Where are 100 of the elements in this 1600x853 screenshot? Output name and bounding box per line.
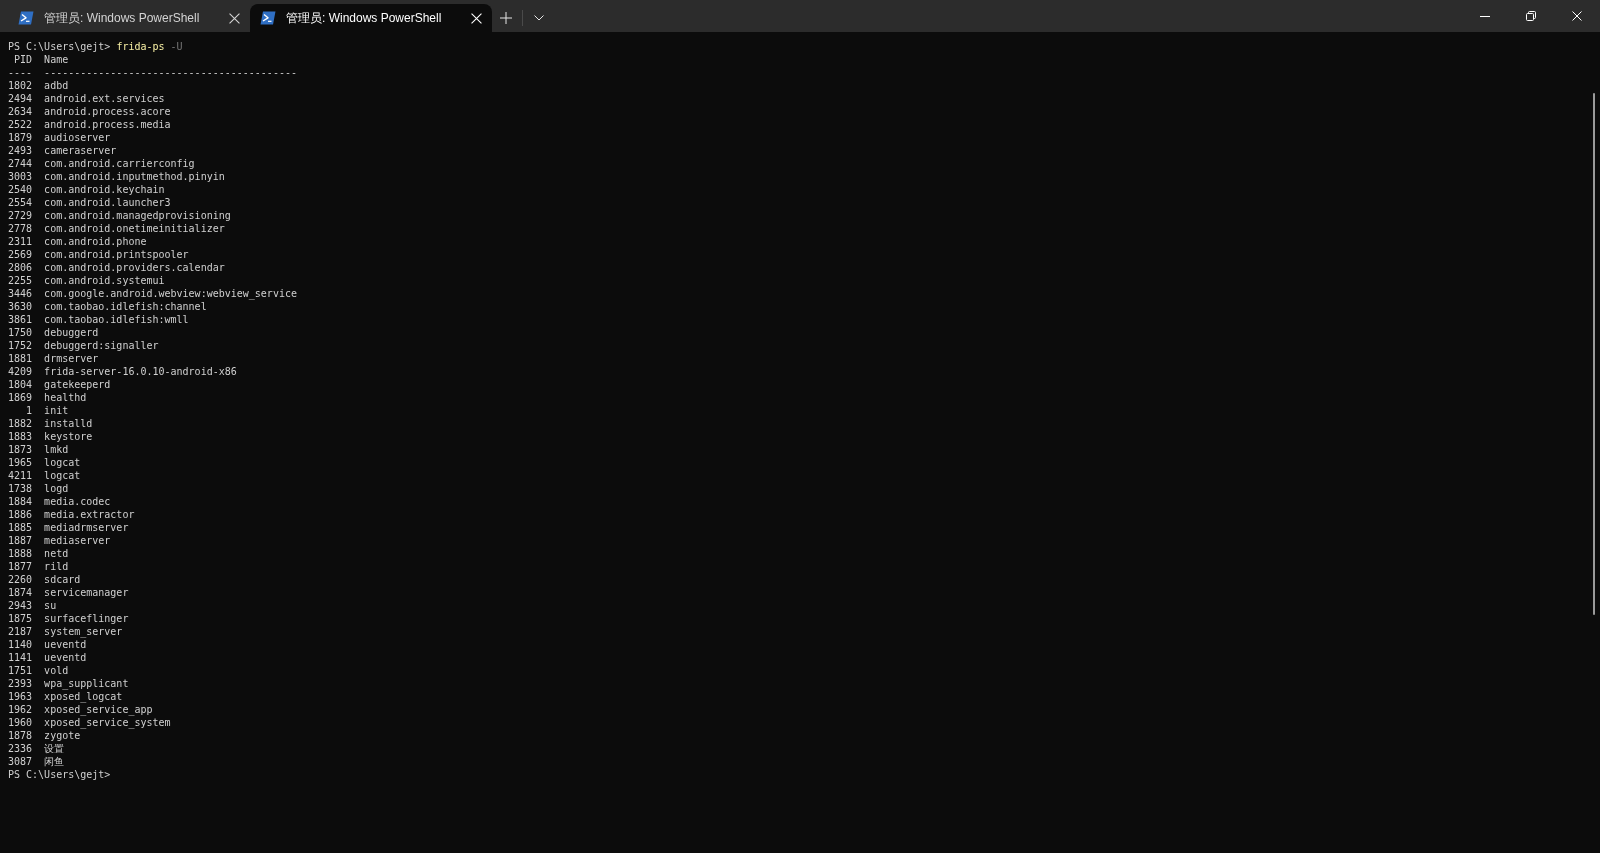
process-name: 闲鱼: [44, 755, 65, 768]
process-id: 1879: [8, 131, 33, 144]
terminal-icon: [18, 11, 34, 25]
process-id: 2187: [8, 625, 33, 638]
process-id: 1965: [8, 456, 33, 469]
process-name: mediadrmserver: [44, 521, 129, 534]
process-id: 2522: [8, 118, 33, 131]
prompt-text: PS C:\Users\gejt>: [8, 40, 111, 53]
process-id: 4211: [8, 469, 33, 482]
process-name: com.android.phone: [44, 235, 147, 248]
process-name: mediaserver: [44, 534, 111, 547]
process-name: logcat: [44, 456, 81, 469]
process-id: 1886: [8, 508, 33, 521]
process-id: 1874: [8, 586, 33, 599]
process-name: cameraserver: [44, 144, 117, 157]
process-name: ueventd: [44, 651, 87, 664]
process-name: init: [44, 404, 69, 417]
process-id: 2744: [8, 157, 33, 170]
process-id: 4209: [8, 365, 33, 378]
process-id: 2554: [8, 196, 33, 209]
scrollbar-thumb[interactable]: [1593, 93, 1595, 615]
chevron-down-icon: [534, 15, 544, 21]
process-id: 2393: [8, 677, 33, 690]
terminal-tab[interactable]: 管理员: Windows PowerShell: [250, 4, 492, 32]
process-name: drmserver: [44, 352, 99, 365]
process-name: sdcard: [44, 573, 81, 586]
process-name: media.extractor: [44, 508, 135, 521]
process-name: netd: [44, 547, 69, 560]
process-id: 2943: [8, 599, 33, 612]
process-id: 2311: [8, 235, 33, 248]
process-name: vold: [44, 664, 69, 677]
process-id: 1960: [8, 716, 33, 729]
restore-icon: [1526, 11, 1536, 21]
process-name: gatekeeperd: [44, 378, 111, 391]
process-id: 1752: [8, 339, 33, 352]
process-name: com.android.managedprovisioning: [44, 209, 231, 222]
close-icon[interactable]: [229, 12, 240, 24]
process-id: 3087: [8, 755, 33, 768]
process-id: 1804: [8, 378, 33, 391]
close-icon: [1572, 11, 1582, 21]
process-name: media.codec: [44, 495, 111, 508]
process-name: keystore: [44, 430, 93, 443]
process-name: xposed_logcat: [44, 690, 123, 703]
process-name: xposed_service_system: [44, 716, 171, 729]
process-id: 1: [25, 404, 33, 417]
terminal-tab[interactable]: 管理员: Windows PowerShell: [8, 4, 250, 32]
process-name: zygote: [44, 729, 81, 742]
process-id: 2336: [8, 742, 33, 755]
process-name: logcat: [44, 469, 81, 482]
process-id: 1873: [8, 443, 33, 456]
process-name: frida-server-16.0.10-android-x86: [44, 365, 237, 378]
process-name: debuggerd: [44, 326, 99, 339]
process-id: 1962: [8, 703, 33, 716]
process-id: 2729: [8, 209, 33, 222]
process-id: 2806: [8, 261, 33, 274]
process-name: debuggerd:signaller: [44, 339, 159, 352]
process-name: logd: [44, 482, 69, 495]
process-name: xposed_service_app: [44, 703, 153, 716]
process-name: com.android.inputmethod.pinyin: [44, 170, 225, 183]
process-id: 1963: [8, 690, 33, 703]
process-id: 1140: [8, 638, 33, 651]
process-name: ueventd: [44, 638, 87, 651]
plus-icon: [500, 12, 512, 24]
process-id: 2260: [8, 573, 33, 586]
column-heading: Name: [44, 53, 69, 66]
process-id: 2494: [8, 92, 33, 105]
process-id: 2255: [8, 274, 33, 287]
column-heading: PID: [13, 53, 33, 66]
process-id: 2634: [8, 105, 33, 118]
process-name: com.android.systemui: [44, 274, 165, 287]
process-name: android.process.acore: [44, 105, 171, 118]
process-name: com.taobao.idlefish:channel: [44, 300, 207, 313]
process-id: 3630: [8, 300, 33, 313]
process-id: 2778: [8, 222, 33, 235]
process-id: 2569: [8, 248, 33, 261]
process-id: 1738: [8, 482, 33, 495]
process-name: adbd: [44, 79, 69, 92]
process-name: com.android.printspooler: [44, 248, 189, 261]
process-id: 3003: [8, 170, 33, 183]
process-id: 2493: [8, 144, 33, 157]
process-id: 1887: [8, 534, 33, 547]
process-name: installd: [44, 417, 93, 430]
process-id: 1885: [8, 521, 33, 534]
process-name: audioserver: [44, 131, 111, 144]
process-name: com.android.keychain: [44, 183, 165, 196]
minimize-icon: [1480, 15, 1490, 17]
process-id: 1883: [8, 430, 33, 443]
prompt-text: PS C:\Users\gejt>: [8, 768, 111, 781]
process-name: com.android.launcher3: [44, 196, 171, 209]
process-id: 1881: [8, 352, 33, 365]
process-id: 2540: [8, 183, 33, 196]
process-name: servicemanager: [44, 586, 129, 599]
process-name: rild: [44, 560, 69, 573]
process-id: 1882: [8, 417, 33, 430]
command-text: frida-ps: [116, 40, 165, 53]
column-rule: ----: [8, 66, 33, 79]
process-id: 1888: [8, 547, 33, 560]
process-id: 1751: [8, 664, 33, 677]
process-id: 3446: [8, 287, 33, 300]
process-name: android.process.media: [44, 118, 171, 131]
